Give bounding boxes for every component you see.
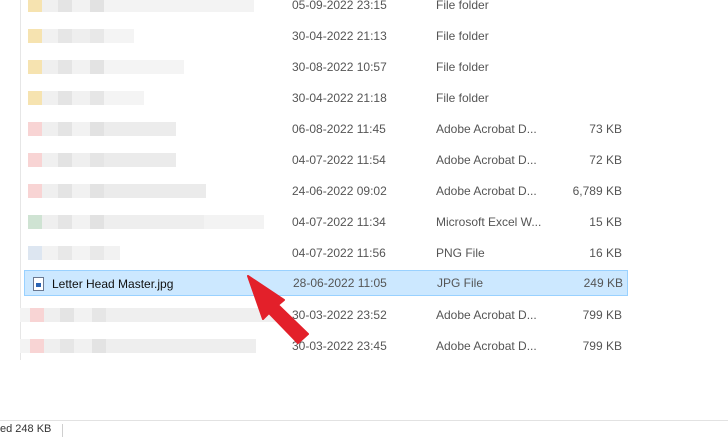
file-type: Adobe Acrobat D... (436, 122, 537, 136)
list-item[interactable]: 30-04-2022 21:18 File folder (24, 85, 628, 111)
red-arrow-annotation (247, 275, 309, 344)
file-size: 16 KB (589, 246, 622, 260)
blurred-file-name (28, 58, 184, 76)
blurred-file-name (28, 182, 206, 200)
blurred-file-name (28, 244, 120, 262)
file-size: 73 KB (589, 122, 622, 136)
status-text: ed 248 KB (0, 423, 52, 435)
blurred-file-name (20, 306, 276, 324)
date-modified: 06-08-2022 11:45 (292, 122, 386, 136)
file-size: 15 KB (589, 215, 622, 229)
list-item[interactable]: 04-07-2022 11:54 Adobe Acrobat D... 72 K… (24, 147, 628, 173)
file-name: Letter Head Master.jpg (52, 277, 174, 291)
blurred-file-name (28, 27, 134, 45)
blurred-file-name (28, 120, 176, 138)
date-modified: 24-06-2022 09:02 (292, 184, 387, 198)
blurred-file-name (28, 0, 254, 14)
file-size: 799 KB (582, 308, 622, 322)
file-type: File folder (436, 0, 489, 12)
list-item[interactable]: 04-07-2022 11:56 PNG File 16 KB (24, 240, 628, 266)
file-size: 799 KB (582, 339, 622, 353)
file-type: File folder (436, 60, 489, 74)
date-modified: 05-09-2022 23:15 (292, 0, 387, 12)
file-type: Microsoft Excel W... (436, 215, 542, 229)
date-modified: 30-04-2022 21:13 (292, 29, 387, 43)
list-item[interactable]: 05-09-2022 23:15 File folder (24, 0, 628, 18)
blurred-file-name (20, 337, 256, 355)
list-item[interactable]: 24-06-2022 09:02 Adobe Acrobat D... 6,78… (24, 178, 628, 204)
status-bar: ed 248 KB (0, 420, 728, 439)
list-item[interactable]: 30-03-2022 23:52 Adobe Acrobat D... 799 … (20, 302, 628, 328)
jpg-file-icon (33, 277, 44, 291)
blurred-file-name (28, 89, 144, 107)
list-item[interactable]: 06-08-2022 11:45 Adobe Acrobat D... 73 K… (24, 116, 628, 142)
file-type: Adobe Acrobat D... (436, 339, 537, 353)
file-type: Adobe Acrobat D... (436, 308, 537, 322)
file-size: 6,789 KB (572, 184, 622, 198)
list-item[interactable]: 30-04-2022 21:13 File folder (24, 23, 628, 49)
list-item[interactable]: 30-08-2022 10:57 File folder (24, 54, 628, 80)
file-size: 72 KB (589, 153, 622, 167)
file-type: File folder (436, 29, 489, 43)
blurred-file-name (28, 151, 176, 169)
file-type: JPG File (437, 276, 484, 290)
date-modified: 30-08-2022 10:57 (292, 60, 387, 74)
file-type: Adobe Acrobat D... (436, 153, 537, 167)
date-modified: 30-04-2022 21:18 (292, 91, 387, 105)
date-modified: 04-07-2022 11:56 (292, 246, 386, 260)
file-list[interactable]: 05-09-2022 23:15 File folder 30-04-2022 … (0, 0, 728, 420)
date-modified: 04-07-2022 11:54 (292, 153, 386, 167)
date-modified: 04-07-2022 11:34 (292, 215, 386, 229)
list-item-selected[interactable]: Letter Head Master.jpg 28-06-2022 11:05 … (24, 270, 628, 296)
list-item[interactable]: 30-03-2022 23:45 Adobe Acrobat D... 799 … (20, 333, 628, 359)
status-separator (62, 424, 63, 437)
file-type: PNG File (436, 246, 485, 260)
file-type: Adobe Acrobat D... (436, 184, 537, 198)
blurred-file-name (28, 213, 264, 231)
file-type: File folder (436, 91, 489, 105)
list-item[interactable]: 04-07-2022 11:34 Microsoft Excel W... 15… (24, 209, 628, 235)
file-size: 249 KB (583, 276, 623, 290)
